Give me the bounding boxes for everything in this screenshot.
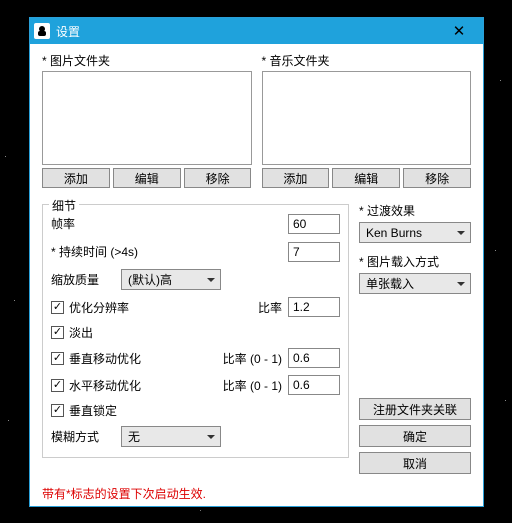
window-title: 设置 [56, 23, 439, 40]
music-add-button[interactable]: 添加 [262, 168, 330, 188]
footer-note: 带有*标志的设置下次启动生效. [42, 485, 471, 502]
app-icon [34, 23, 50, 39]
cancel-button[interactable]: 取消 [359, 452, 471, 474]
image-add-button[interactable]: 添加 [42, 168, 110, 188]
fade-out-checkbox[interactable] [51, 326, 64, 339]
image-folder-group: * 图片文件夹 添加 编辑 移除 [42, 52, 252, 188]
close-button[interactable]: ✕ [439, 18, 479, 44]
vlock-checkbox[interactable] [51, 404, 64, 417]
zoom-quality-select[interactable]: (默认)高 [121, 269, 221, 290]
blur-mode-select[interactable]: 无 [121, 426, 221, 447]
image-folder-list[interactable] [42, 71, 252, 165]
settings-window: 设置 ✕ * 图片文件夹 添加 编辑 移除 * 音乐文件夹 添加 编辑 移除 [29, 17, 484, 507]
music-folder-group: * 音乐文件夹 添加 编辑 移除 [262, 52, 472, 188]
details-legend: 细节 [49, 197, 79, 214]
image-folder-label: * 图片文件夹 [42, 52, 252, 69]
vmove-checkbox[interactable] [51, 352, 64, 365]
hratio-input[interactable] [288, 375, 340, 395]
load-mode-label: * 图片载入方式 [359, 253, 471, 270]
fade-out-label: 淡出 [69, 324, 93, 341]
music-remove-button[interactable]: 移除 [403, 168, 471, 188]
image-edit-button[interactable]: 编辑 [113, 168, 181, 188]
opt-resolution-checkbox[interactable] [51, 301, 64, 314]
music-folder-list[interactable] [262, 71, 472, 165]
register-assoc-button[interactable]: 注册文件夹关联 [359, 398, 471, 420]
framerate-input[interactable] [288, 214, 340, 234]
duration-label: * 持续时间 (>4s) [51, 243, 151, 260]
ok-button[interactable]: 确定 [359, 425, 471, 447]
hmove-checkbox[interactable] [51, 379, 64, 392]
framerate-label: 帧率 [51, 215, 151, 232]
duration-input[interactable] [288, 242, 340, 262]
opt-resolution-label: 优化分辨率 [69, 299, 129, 316]
hratio-label: 比率 (0 - 1) [223, 377, 282, 394]
vmove-label: 垂直移动优化 [69, 350, 141, 367]
vratio-label: 比率 (0 - 1) [223, 350, 282, 367]
transition-select[interactable]: Ken Burns [359, 222, 471, 243]
titlebar: 设置 ✕ [30, 18, 483, 44]
vratio-input[interactable] [288, 348, 340, 368]
vlock-label: 垂直锁定 [69, 402, 117, 419]
load-mode-select[interactable]: 单张载入 [359, 273, 471, 294]
content-area: * 图片文件夹 添加 编辑 移除 * 音乐文件夹 添加 编辑 移除 [30, 44, 483, 506]
music-folder-label: * 音乐文件夹 [262, 52, 472, 69]
hmove-label: 水平移动优化 [69, 377, 141, 394]
music-edit-button[interactable]: 编辑 [332, 168, 400, 188]
zoom-quality-label: 缩放质量 [51, 271, 121, 288]
blur-mode-label: 模糊方式 [51, 428, 121, 445]
image-remove-button[interactable]: 移除 [184, 168, 252, 188]
transition-label: * 过渡效果 [359, 202, 471, 219]
right-column: * 过渡效果 Ken Burns * 图片载入方式 单张载入 注册文件夹关联 确… [359, 198, 471, 479]
details-fieldset: 细节 帧率 * 持续时间 (>4s) 缩放质量 (默认 [42, 204, 349, 458]
ratio-input[interactable] [288, 297, 340, 317]
ratio-label: 比率 [258, 299, 282, 316]
